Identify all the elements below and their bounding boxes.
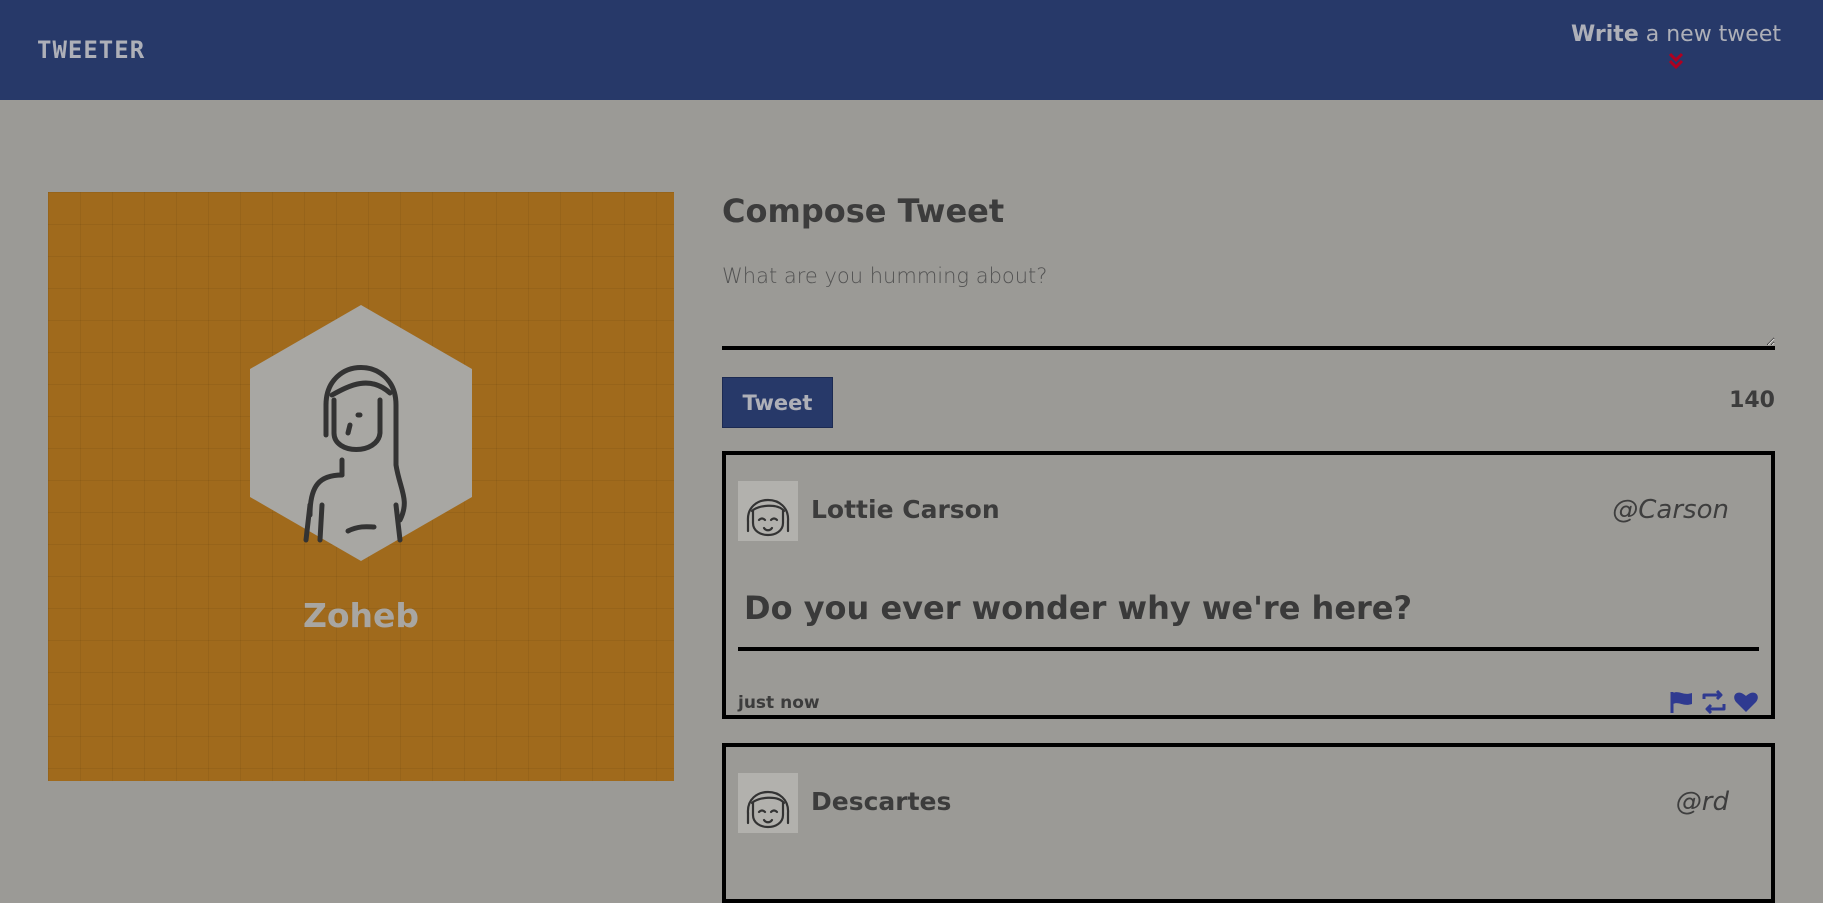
double-chevron-down-icon[interactable] [1666,51,1686,71]
brand-logo[interactable]: TWEETER [37,36,145,64]
character-counter: 140 [1729,388,1775,413]
girl-face-avatar-icon [738,481,798,541]
tweet-card: Lottie Carson @Carson Do you ever wonder… [722,451,1775,719]
tweet-button[interactable]: Tweet [722,377,833,428]
write-label-rest: a new tweet [1638,22,1781,47]
heart-icon[interactable] [1733,690,1759,714]
profile-name: Zoheb [302,596,420,635]
write-new-tweet-toggle[interactable]: Write a new tweet [1571,22,1781,71]
tweet-content: Do you ever wonder why we're here? [738,589,1759,651]
retweet-icon[interactable] [1699,690,1729,714]
tweet-author-handle[interactable]: @rd [1676,787,1729,817]
top-navbar: TWEETER Write a new tweet [0,0,1823,100]
compose-title: Compose Tweet [722,192,1005,230]
tweet-author-handle[interactable]: @Carson [1612,495,1729,525]
tweet-timestamp: just now [738,693,820,713]
tweet-author-name[interactable]: Descartes [811,787,951,816]
profile-card: Zoheb [48,192,674,781]
tweet-card: Descartes @rd [722,743,1775,903]
flag-icon[interactable] [1669,690,1695,714]
compose-tweet-input[interactable] [722,258,1775,350]
woman-avatar-icon [250,305,472,561]
tweet-actions [1669,690,1759,714]
tweet-author-name[interactable]: Lottie Carson [811,495,1000,524]
girl-face-avatar-icon [738,773,798,833]
write-label-bold: Write [1571,22,1639,47]
